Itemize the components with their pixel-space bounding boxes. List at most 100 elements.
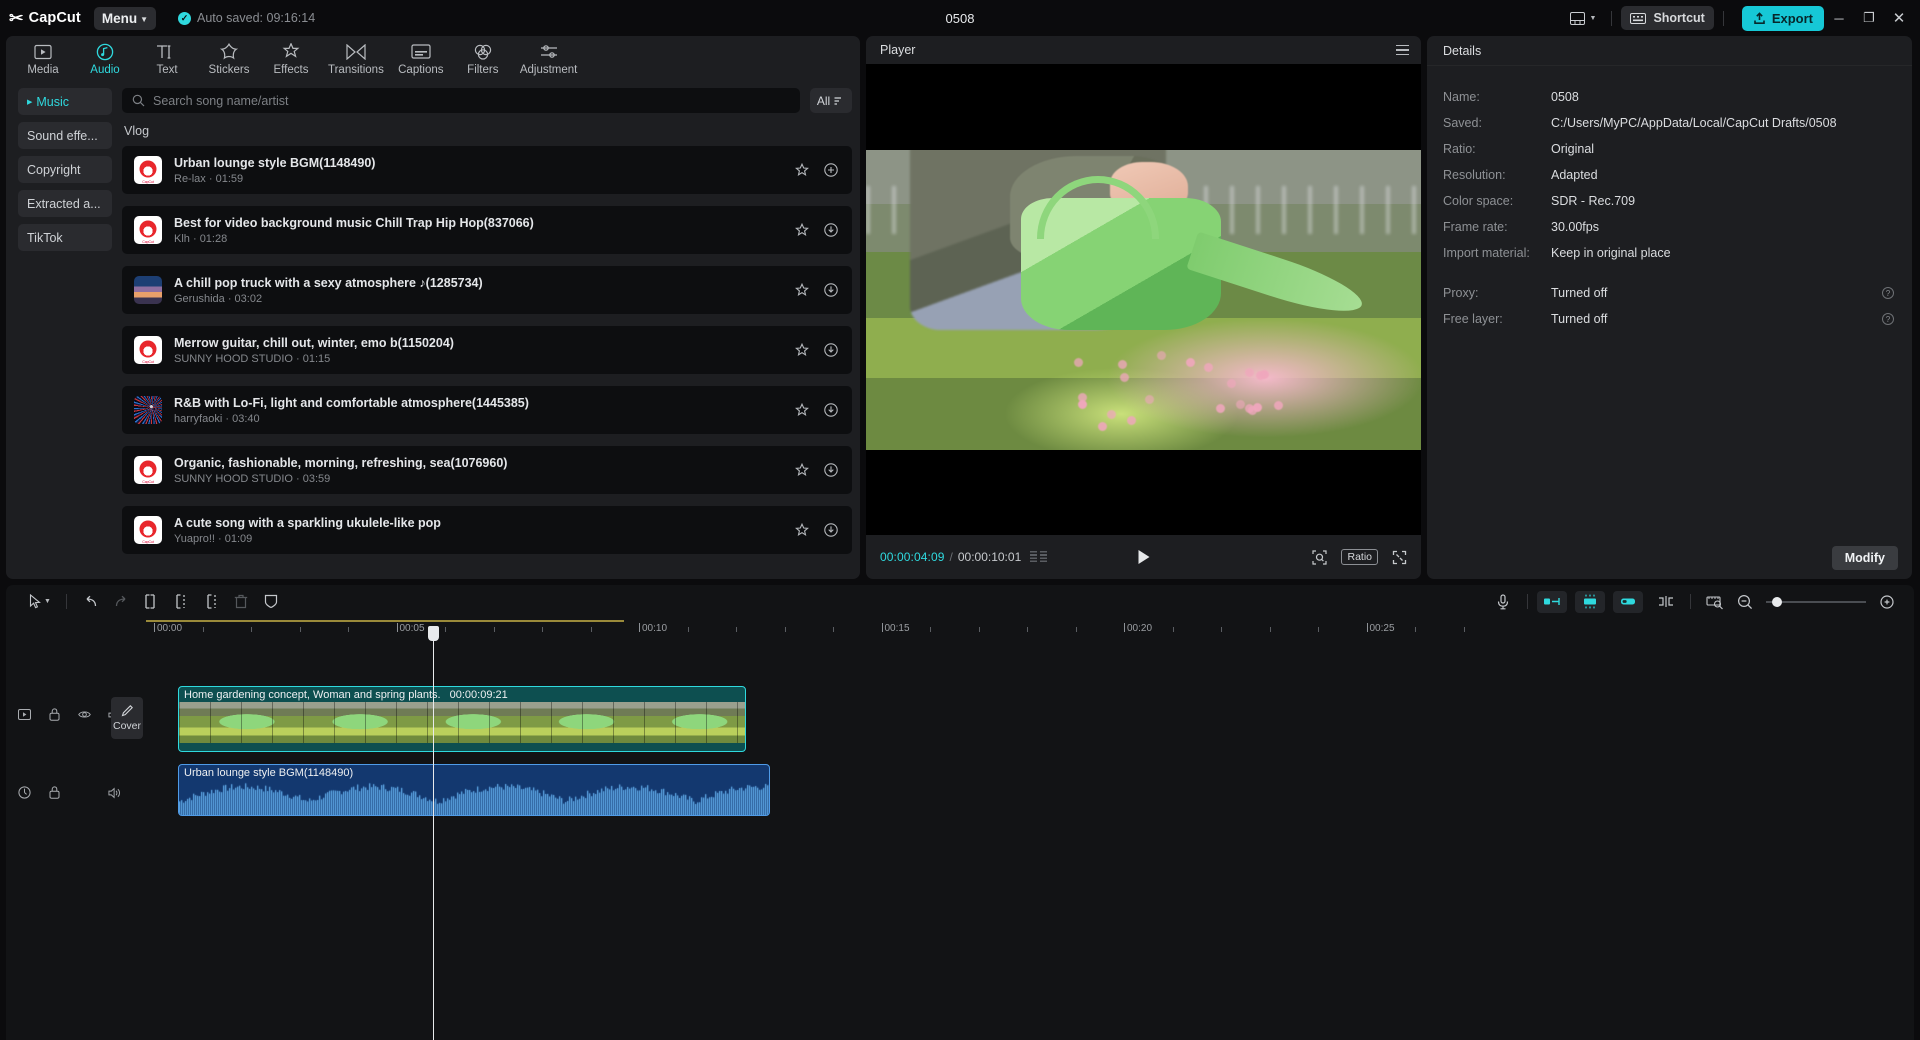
download-icon[interactable] — [823, 223, 838, 238]
video-clip[interactable]: Home gardening concept, Woman and spring… — [178, 686, 746, 752]
layout-button[interactable]: ▼ — [1564, 8, 1603, 29]
playhead-knob[interactable] — [428, 626, 439, 641]
flowers-shape — [1066, 348, 1288, 438]
song-item[interactable]: Organic, fashionable, morning, refreshin… — [122, 446, 852, 494]
split-left-button[interactable] — [136, 589, 166, 615]
zoom-slider-knob[interactable] — [1772, 597, 1782, 607]
download-icon[interactable] — [823, 463, 838, 478]
menu-button[interactable]: Menu ▼ — [94, 7, 156, 30]
category-soundeffe[interactable]: Sound effe... — [18, 122, 112, 149]
category-label: Music — [36, 95, 69, 109]
undo-button[interactable] — [76, 589, 106, 615]
tab-text[interactable]: Text — [136, 37, 198, 81]
fullscreen-icon[interactable] — [1392, 550, 1407, 565]
favorite-icon[interactable] — [794, 403, 809, 418]
ruler-tick — [1076, 627, 1077, 632]
export-button[interactable]: Export — [1742, 6, 1824, 31]
song-subtitle: harryfaoki · 03:40 — [174, 413, 782, 425]
add-icon[interactable] — [823, 163, 838, 178]
favorite-icon[interactable] — [794, 283, 809, 298]
keyframe-button[interactable] — [1651, 589, 1681, 615]
timeline-ruler[interactable]: 00:0000:0500:1000:1500:2000:25 — [6, 618, 1914, 640]
tab-transitions[interactable]: Transitions — [322, 37, 390, 81]
favorite-icon[interactable] — [794, 343, 809, 358]
close-button[interactable]: ✕ — [1884, 2, 1914, 34]
song-item[interactable]: Urban lounge style BGM(1148490)Re-lax · … — [122, 146, 852, 194]
song-subtitle: Gerushida · 03:02 — [174, 293, 782, 305]
adjust-button[interactable] — [1575, 591, 1605, 613]
video-visibility-icon[interactable] — [78, 708, 91, 721]
song-item[interactable]: Best for video background music Chill Tr… — [122, 206, 852, 254]
minimize-button[interactable]: ─ — [1824, 2, 1854, 34]
help-icon[interactable]: ? — [1882, 287, 1894, 299]
shortcut-button[interactable]: Shortcut — [1621, 6, 1713, 30]
favorite-icon[interactable] — [794, 523, 809, 538]
flower-dot — [1120, 373, 1129, 382]
zoom-fit-icon[interactable] — [1312, 550, 1327, 565]
audio-clip[interactable]: Urban lounge style BGM(1148490) — [178, 764, 770, 816]
category-label: Sound effe... — [27, 129, 98, 143]
song-title: A cute song with a sparkling ukulele-lik… — [174, 516, 782, 530]
song-item[interactable]: A chill pop truck with a sexy atmosphere… — [122, 266, 852, 314]
category-copyright[interactable]: Copyright — [18, 156, 112, 183]
cover-button[interactable]: Cover — [111, 697, 143, 739]
audio-track-icon[interactable] — [18, 786, 31, 799]
category-music[interactable]: ▶Music — [18, 88, 112, 115]
song-item[interactable]: R&B with Lo-Fi, light and comfortable at… — [122, 386, 852, 434]
audio-volume-icon[interactable] — [108, 786, 121, 799]
tab-filters[interactable]: Filters — [452, 37, 514, 81]
favorite-icon[interactable] — [794, 463, 809, 478]
select-tool-chevron-icon[interactable]: ▼ — [44, 598, 51, 605]
zoom-slider[interactable] — [1766, 601, 1866, 603]
record-button[interactable] — [1488, 589, 1518, 615]
preview-scale-button[interactable] — [1700, 589, 1730, 615]
download-icon[interactable] — [823, 343, 838, 358]
ratio-button[interactable]: Ratio — [1341, 549, 1378, 565]
play-button[interactable] — [1138, 550, 1149, 564]
favorite-icon[interactable] — [794, 223, 809, 238]
tab-effects[interactable]: Effects — [260, 37, 322, 81]
search-box[interactable] — [122, 88, 800, 113]
split-right-button[interactable] — [196, 589, 226, 615]
category-extracteda[interactable]: Extracted a... — [18, 190, 112, 217]
tab-audio[interactable]: Audio — [74, 37, 136, 81]
filter-button[interactable]: All — [810, 88, 852, 113]
audio-lock-icon[interactable] — [48, 786, 61, 799]
audio-waveform — [179, 781, 769, 815]
split-button[interactable] — [166, 589, 196, 615]
category-tiktok[interactable]: TikTok — [18, 224, 112, 251]
playhead[interactable] — [433, 640, 434, 1040]
frames-icon[interactable] — [1030, 551, 1047, 563]
video-track-icon[interactable] — [18, 708, 31, 721]
download-icon[interactable] — [823, 403, 838, 418]
mirror-button[interactable] — [1537, 591, 1567, 613]
details-row: Frame rate:30.00fps — [1443, 214, 1894, 240]
link-button[interactable] — [1613, 591, 1643, 613]
tab-captions[interactable]: Captions — [390, 37, 452, 81]
ruler-tick — [1270, 627, 1271, 632]
zoom-slider-track[interactable] — [1766, 601, 1866, 603]
delete-button[interactable] — [226, 589, 256, 615]
download-icon[interactable] — [823, 283, 838, 298]
player-menu-icon[interactable] — [1396, 45, 1409, 56]
search-input[interactable] — [153, 94, 790, 108]
tab-stickers[interactable]: Stickers — [198, 37, 260, 81]
tab-adjustment[interactable]: Adjustment — [514, 37, 584, 81]
tab-label: Transitions — [328, 64, 384, 76]
tab-media[interactable]: Media — [12, 37, 74, 81]
ruler-tick — [1464, 627, 1465, 632]
favorite-icon[interactable] — [794, 163, 809, 178]
modify-button[interactable]: Modify — [1832, 546, 1898, 570]
mark-button[interactable] — [256, 589, 286, 615]
current-timecode: 00:00:04:09 — [880, 550, 945, 564]
redo-button[interactable] — [106, 589, 136, 615]
ruler-label: 00:20 — [1127, 623, 1152, 634]
maximize-button[interactable]: ❐ — [1854, 2, 1884, 34]
help-icon[interactable]: ? — [1882, 313, 1894, 325]
song-item[interactable]: A cute song with a sparkling ukulele-lik… — [122, 506, 852, 554]
download-icon[interactable] — [823, 523, 838, 538]
zoom-in-button[interactable] — [1872, 589, 1902, 615]
video-lock-icon[interactable] — [48, 708, 61, 721]
zoom-out-button[interactable] — [1730, 589, 1760, 615]
song-item[interactable]: Merrow guitar, chill out, winter, emo b(… — [122, 326, 852, 374]
